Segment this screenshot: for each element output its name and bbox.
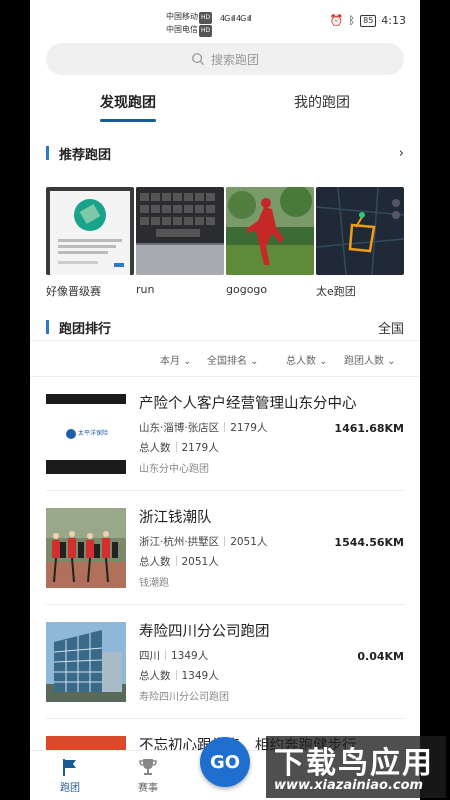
divider	[46, 604, 404, 605]
divider	[46, 718, 404, 719]
club-thumbnail: 太平洋保险	[46, 394, 126, 474]
alarm-icon: ⏰	[329, 14, 344, 27]
watermark: 下载鸟应用 www.xiazainiao.com	[266, 736, 446, 798]
carrier-2: 中国电信	[166, 25, 198, 34]
recommended-label: 好像晋级赛	[46, 285, 101, 298]
carrier-info: 中国移动 HD 中国电信 HD	[166, 11, 213, 37]
watermark-url: www.xiazainiao.com	[274, 778, 424, 793]
club-distance: 0.04KM	[357, 650, 404, 663]
total-label: 总人数	[139, 442, 171, 454]
tab-mine[interactable]: 我的跑团	[294, 92, 350, 112]
club-team: 山东分中心跑团	[139, 464, 209, 475]
phone-screen: 中国移动 HD 中国电信 HD 4G ıll 4G ıll ⏰ ᛒ 85 4:13 …	[30, 0, 420, 800]
recommended-item[interactable]: 好像晋级赛	[46, 187, 134, 299]
recommended-label: 太e跑团	[316, 285, 356, 298]
club-region: 浙江·杭州·拱墅区	[139, 536, 220, 548]
recommended-list: 好像晋级赛 run gogogo 太e跑团	[46, 187, 404, 307]
status-bar: 中国移动 HD 中国电信 HD 4G ıll 4G ıll ⏰ ᛒ 85 4:13	[30, 0, 420, 40]
divider	[30, 340, 420, 341]
club-row[interactable]: 寿险四川分公司跑团 四川 1349人 总人数 1349人 寿险四川分公司跑团 0.0…	[46, 622, 404, 718]
club-image	[316, 187, 404, 275]
section-bar	[46, 146, 49, 160]
carrier-1: 中国移动	[166, 12, 198, 21]
recommended-label: run	[136, 283, 155, 296]
chevron-right-icon[interactable]: ›	[399, 146, 404, 161]
club-members: 2051人	[230, 536, 268, 548]
nav-club-label: 跑团	[60, 783, 80, 794]
filter-members[interactable]: 跑团人数	[344, 352, 396, 367]
filter-rank[interactable]: 全国排名	[207, 352, 259, 367]
bluetooth-icon: ᛒ	[348, 14, 356, 27]
nav-events-label: 赛事	[138, 783, 158, 794]
flag-icon	[63, 759, 76, 776]
recommended-title: 推荐跑团	[59, 147, 112, 163]
club-name: 产险个人客户经营管理山东分中心	[139, 396, 357, 412]
club-total-line: 总人数 2179人	[139, 440, 219, 455]
club-image	[226, 187, 314, 275]
club-thumbnail	[46, 622, 126, 702]
club-total: 2051人	[181, 556, 219, 568]
battery-icon: 85	[360, 14, 377, 27]
club-name: 浙江钱潮队	[139, 510, 212, 526]
total-label: 总人数	[139, 556, 171, 568]
trophy-icon	[139, 759, 157, 775]
divider	[46, 490, 404, 491]
club-total-line: 总人数 1349人	[139, 668, 219, 683]
club-region: 四川	[139, 650, 160, 662]
club-row[interactable]: 太平洋保险 产险个人客户经营管理山东分中心 山东·淄博·张店区 2179人 总人数…	[46, 394, 404, 490]
club-distance: 1461.68KM	[334, 422, 404, 435]
search-input[interactable]: 搜索跑团	[46, 43, 404, 75]
search-placeholder: 搜索跑团	[210, 52, 259, 67]
filter-month[interactable]: 本月	[160, 352, 192, 367]
total-label: 总人数	[139, 670, 171, 682]
search-icon	[192, 53, 205, 66]
hd-badge: HD	[199, 25, 213, 37]
watermark-text: 下载鸟应用	[274, 746, 434, 781]
club-region-line: 浙江·杭州·拱墅区 2051人	[139, 534, 267, 549]
club-row[interactable]: 浙江钱潮队 浙江·杭州·拱墅区 2051人 总人数 2051人 钱潮跑 1544.5…	[46, 508, 404, 604]
club-name: 寿险四川分公司跑团	[139, 624, 270, 640]
ranking-header: 跑团排行 全国	[46, 317, 404, 337]
recommended-label: gogogo	[226, 283, 268, 296]
club-members: 2179人	[230, 422, 268, 434]
ranking-scope[interactable]: 全国	[378, 318, 404, 337]
recommended-header[interactable]: 推荐跑团 ›	[46, 143, 404, 163]
nav-events[interactable]: 赛事	[128, 757, 168, 794]
club-total: 1349人	[181, 670, 219, 682]
club-team: 钱潮跑	[139, 578, 169, 589]
tab-bar: 发现跑团 我的跑团	[30, 88, 420, 124]
club-team: 寿险四川分公司跑团	[139, 692, 229, 703]
hd-badge: HD	[199, 12, 213, 24]
divider	[30, 376, 420, 377]
ranking-title: 跑团排行	[59, 321, 112, 337]
tab-discover[interactable]: 发现跑团	[100, 92, 156, 112]
recommended-item[interactable]: run	[136, 187, 224, 296]
go-button[interactable]: GO	[200, 737, 250, 787]
tab-indicator	[100, 119, 156, 122]
club-total: 2179人	[181, 442, 219, 454]
clock: 4:13	[381, 14, 406, 27]
club-distance: 1544.56KM	[334, 536, 404, 549]
recommended-item[interactable]: gogogo	[226, 187, 314, 296]
recommended-item[interactable]: 太e跑团	[316, 187, 404, 299]
club-thumbnail	[46, 508, 126, 588]
club-region: 山东·淄博·张店区	[139, 422, 220, 434]
club-region-line: 山东·淄博·张店区 2179人	[139, 420, 267, 435]
signal-icon: 4G ıll 4G ıll	[220, 14, 252, 23]
filter-total[interactable]: 总人数	[286, 352, 328, 367]
filter-bar: 本月 全国排名 总人数 跑团人数	[30, 350, 420, 370]
club-image	[46, 187, 134, 275]
club-logo-text: 太平洋保险	[78, 430, 109, 437]
club-members: 1349人	[171, 650, 209, 662]
club-total-line: 总人数 2051人	[139, 554, 219, 569]
club-image	[136, 187, 224, 275]
section-bar	[46, 320, 49, 334]
nav-club[interactable]: 跑团	[50, 757, 90, 794]
club-region-line: 四川 1349人	[139, 648, 208, 663]
